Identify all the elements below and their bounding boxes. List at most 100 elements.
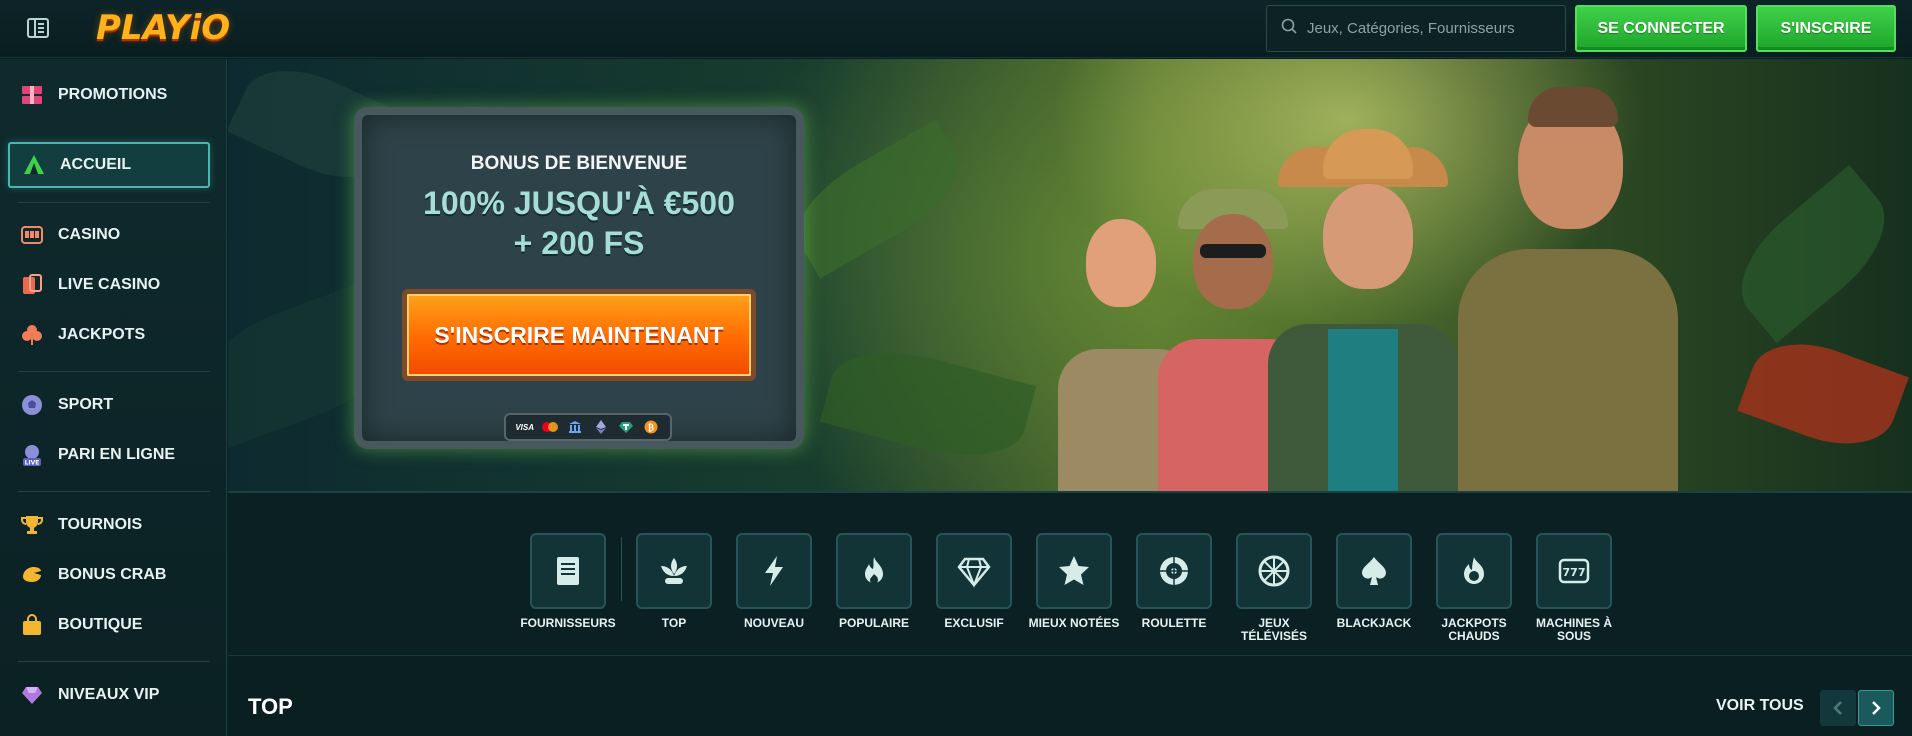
login-button[interactable]: SE CONNECTER [1575, 5, 1747, 52]
live-bet-icon: LIVE [20, 443, 44, 467]
section-title-top: TOP [248, 694, 293, 719]
soccer-ball-icon [20, 393, 44, 417]
sidebar-item-casino[interactable]: CASINO [8, 212, 210, 258]
sidebar-item-live-bet[interactable]: LIVE PARI EN LIGNE [8, 432, 210, 478]
category-hot-jackpots[interactable]: JACKPOTS CHAUDS [1436, 533, 1512, 643]
sidebar-item-sport[interactable]: SPORT [8, 382, 210, 428]
sidebar-item-label: PROMOTIONS [58, 86, 168, 103]
category-bar: FOURNISSEURS TOP NOUVEAU POPULAIRE EXCLU… [228, 491, 1912, 656]
sidebar-divider [18, 202, 210, 203]
sidebar-item-label: BOUTIQUE [58, 616, 143, 633]
search-box[interactable] [1266, 5, 1566, 52]
category-label: JEUX TÉLÉVISÉS [1240, 616, 1308, 643]
category-label: TOP [661, 616, 687, 630]
svg-text:777: 777 [1563, 566, 1586, 579]
payment-methods: VISA ₿ [504, 413, 672, 441]
sidebar-item-label: BONUS CRAB [58, 566, 167, 583]
search-icon [1281, 18, 1297, 39]
signup-now-button[interactable]: S'INSCRIRE MAINTENANT [402, 289, 756, 381]
sidebar-item-bonus-crab[interactable]: BONUS CRAB [8, 552, 210, 598]
tent-icon [22, 153, 46, 177]
category-label: ROULETTE [1141, 616, 1207, 630]
category-popular[interactable]: POPULAIRE [836, 533, 912, 630]
category-exclusive[interactable]: EXCLUSIF [936, 533, 1012, 630]
sidebar-toggle-icon[interactable] [26, 17, 50, 39]
sidebar: PROMOTIONS ACCUEIL CASINO LIVE CASINO JA… [0, 59, 227, 736]
sidebar-item-label: TOURNOIS [58, 516, 143, 533]
tether-icon [617, 418, 635, 436]
category-top-rated[interactable]: MIEUX NOTÉES [1029, 533, 1119, 630]
signup-button[interactable]: S'INSCRIRE [1756, 5, 1896, 52]
category-providers[interactable]: FOURNISSEURS [520, 533, 616, 630]
flame-icon [836, 533, 912, 609]
sidebar-item-label: SPORT [58, 396, 114, 413]
welcome-bonus-panel: BONUS DE BIENVENUE 100% JUSQU'À €500 + 2… [354, 107, 804, 449]
svg-text:₿: ₿ [648, 423, 654, 434]
crab-claw-icon [20, 563, 44, 587]
slot-machine-icon [20, 223, 44, 247]
sidebar-item-shop[interactable]: BOUTIQUE [8, 602, 210, 648]
category-blackjack[interactable]: BLACKJACK [1336, 533, 1412, 630]
spade-icon [1336, 533, 1412, 609]
category-label: POPULAIRE [838, 616, 909, 630]
sidebar-divider [18, 491, 210, 492]
category-game-shows[interactable]: JEUX TÉLÉVISÉS [1236, 533, 1312, 643]
jungle-leaf [1718, 164, 1908, 344]
sidebar-item-jackpots[interactable]: JACKPOTS [8, 312, 210, 358]
slot-777-icon: 777 [1536, 533, 1612, 609]
sidebar-item-live-casino[interactable]: LIVE CASINO [8, 262, 210, 308]
lotus-icon [636, 533, 712, 609]
view-all-link[interactable]: VOIR TOUS [1716, 697, 1804, 715]
category-slots[interactable]: 777 MACHINES À SOUS [1536, 533, 1612, 643]
sidebar-item-label: CASINO [58, 226, 121, 243]
sidebar-divider [18, 661, 210, 662]
jungle-leaf [780, 119, 976, 279]
roulette-icon [1136, 533, 1212, 609]
sidebar-item-home[interactable]: ACCUEIL [8, 142, 210, 188]
bonus-amount-line1: 100% JUSQU'À €500 [423, 185, 735, 221]
chevron-right-icon [1872, 701, 1881, 715]
sidebar-item-vip[interactable]: NIVEAUX VIP [8, 672, 210, 718]
bonus-amount-line2: + 200 FS [513, 225, 645, 261]
wheel-icon [1236, 533, 1312, 609]
diamond-icon [20, 683, 44, 707]
category-top[interactable]: TOP [636, 533, 712, 630]
site-logo[interactable]: PLAYiO [96, 6, 230, 50]
lightning-icon [736, 533, 812, 609]
provider-book-icon [530, 533, 606, 609]
cards-icon [20, 273, 44, 297]
category-label: MIEUX NOTÉES [1028, 616, 1120, 630]
star-icon [1036, 533, 1112, 609]
explorer-man-shirt-figure [1458, 79, 1678, 491]
visa-icon: VISA [515, 422, 534, 432]
mastercard-icon [541, 418, 559, 436]
search-input[interactable] [1307, 20, 1547, 37]
sidebar-item-label: PARI EN LIGNE [58, 446, 176, 463]
sidebar-item-promotions[interactable]: PROMOTIONS [8, 72, 210, 118]
trophy-icon [20, 513, 44, 537]
carousel-next-button[interactable] [1858, 690, 1894, 726]
sidebar-item-label: JACKPOTS [58, 326, 146, 343]
bonus-title: BONUS DE BIENVENUE [470, 153, 688, 174]
category-roulette[interactable]: ROULETTE [1136, 533, 1212, 630]
category-divider [621, 537, 622, 601]
bitcoin-icon: ₿ [642, 418, 660, 436]
category-new[interactable]: NOUVEAU [736, 533, 812, 630]
bonus-amount: 100% JUSQU'À €500 + 200 FS [362, 183, 796, 263]
category-label: JACKPOTS CHAUDS [1441, 616, 1507, 643]
chevron-left-icon [1833, 701, 1842, 715]
category-label: MACHINES À SOUS [1535, 616, 1612, 643]
sidebar-divider [18, 371, 210, 372]
sidebar-item-tournaments[interactable]: TOURNOIS [8, 502, 210, 548]
explorer-man-hat-figure [1268, 129, 1458, 491]
sidebar-item-label: LIVE CASINO [58, 276, 161, 293]
hero-banner: BONUS DE BIENVENUE 100% JUSQU'À €500 + 2… [228, 59, 1912, 491]
sidebar-item-label: ACCUEIL [60, 156, 132, 173]
shop-bag-icon [20, 613, 44, 637]
bank-icon [566, 418, 584, 436]
category-label: NOUVEAU [743, 616, 804, 630]
category-label: BLACKJACK [1336, 616, 1412, 630]
svg-text:LIVE: LIVE [25, 460, 40, 467]
hot-jackpot-icon [1436, 533, 1512, 609]
carousel-prev-button[interactable] [1820, 690, 1856, 726]
